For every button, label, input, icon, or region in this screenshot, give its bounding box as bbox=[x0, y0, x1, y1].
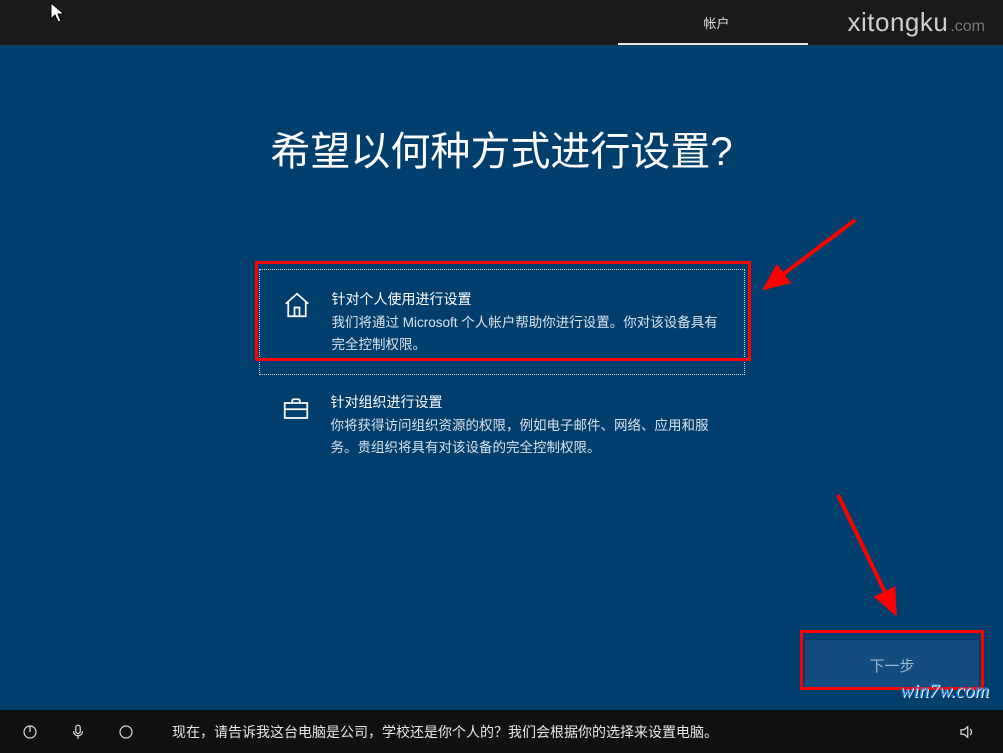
annotation-arrow-bottom bbox=[820, 485, 920, 625]
microphone-icon[interactable] bbox=[68, 722, 88, 742]
cortana-circle-icon[interactable] bbox=[116, 722, 136, 742]
annotation-arrow-top bbox=[750, 210, 870, 310]
option-organization[interactable]: 针对组织进行设置 你将获得访问组织资源的权限，例如电子邮件、网络、应用和服务。贵… bbox=[259, 377, 745, 477]
option-personal[interactable]: 针对个人使用进行设置 我们将通过 Microsoft 个人帐户帮助你进行设置。你… bbox=[259, 269, 745, 375]
option-organization-description: 你将获得访问组织资源的权限，例如电子邮件、网络、应用和服务。贵组织将具有对该设备… bbox=[331, 415, 725, 459]
next-button-label: 下一步 bbox=[869, 655, 914, 676]
home-icon bbox=[280, 288, 314, 322]
cortana-prompt: 现在，请告诉我这台电脑是公司，学校还是你个人的？我们会根据你的选择来设置电脑。 bbox=[172, 722, 929, 742]
brand-main-text: xitongku bbox=[847, 7, 948, 38]
page-title: 希望以何种方式进行设置? bbox=[0, 119, 1003, 177]
setup-options: 针对个人使用进行设置 我们将通过 Microsoft 个人帐户帮助你进行设置。你… bbox=[259, 269, 745, 477]
setup-topbar: 帐户 xitongku .com bbox=[0, 0, 1003, 45]
brand-logo: xitongku .com bbox=[847, 7, 985, 38]
option-organization-title: 针对组织进行设置 bbox=[331, 391, 725, 413]
tab-account-label: 帐户 bbox=[703, 13, 729, 32]
power-icon[interactable] bbox=[20, 722, 40, 742]
tab-account[interactable]: 帐户 bbox=[695, 0, 737, 45]
watermark-text: win7w.com bbox=[900, 680, 989, 703]
option-personal-title: 针对个人使用进行设置 bbox=[332, 288, 724, 310]
brand-suffix-text: .com bbox=[950, 18, 985, 36]
tab-underline bbox=[618, 43, 808, 45]
cortana-bar: 现在，请告诉我这台电脑是公司，学校还是你个人的？我们会根据你的选择来设置电脑。 bbox=[0, 710, 1003, 753]
briefcase-icon bbox=[279, 391, 313, 425]
option-personal-description: 我们将通过 Microsoft 个人帐户帮助你进行设置。你对该设备具有完全控制权… bbox=[332, 312, 724, 356]
speaker-icon[interactable] bbox=[957, 722, 977, 742]
